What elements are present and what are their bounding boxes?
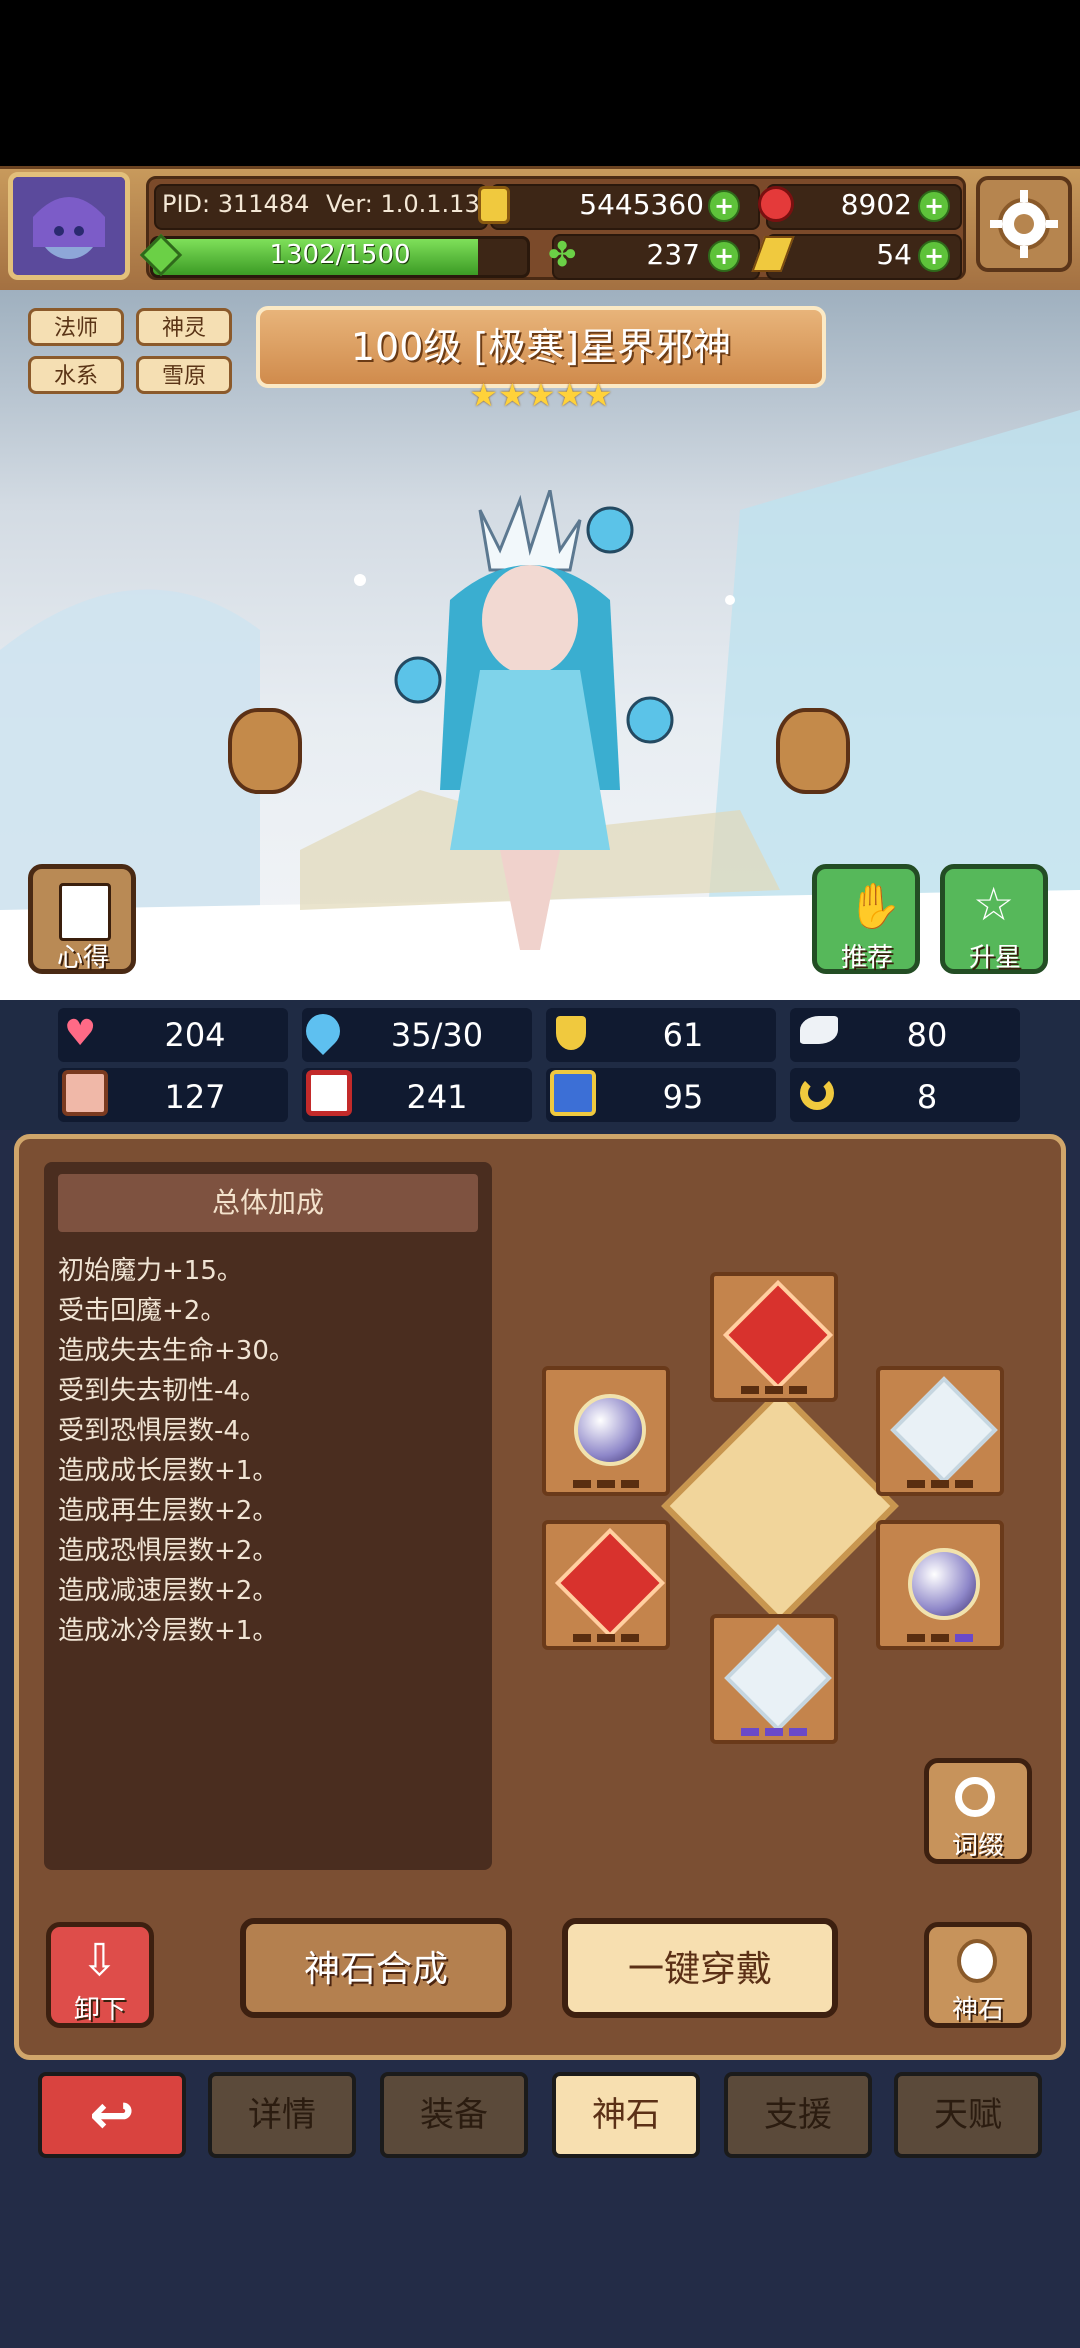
star-up-label: 升星 (968, 943, 1021, 973)
gold-amount: 5445360 (579, 188, 704, 221)
tab-support[interactable]: 支援 (724, 2072, 872, 2158)
star-icon: ☆ (973, 877, 1015, 931)
ruby-icon (758, 186, 794, 222)
stat-luck-value: 8 (916, 1078, 938, 1116)
wing-icon (800, 1016, 838, 1044)
heart-icon: ♥ (64, 1013, 97, 1054)
star-icon: ★ (555, 376, 585, 414)
player-id: PID: 311484 (162, 190, 310, 218)
unequip-button[interactable]: ⇩ 卸下 (46, 1922, 154, 2028)
add-hammer-button[interactable]: + (918, 240, 950, 272)
recommend-button[interactable]: ✋ 推荐 (812, 864, 920, 974)
back-button[interactable]: ↩ (38, 2072, 186, 2158)
bonus-line: 受到恐惧层数-4。 (58, 1416, 266, 1446)
gem-slot-bottom[interactable] (710, 1614, 838, 1744)
tag-race: 神灵 (136, 308, 232, 346)
gem-slot-upper-left[interactable] (542, 1366, 670, 1496)
star-icon: ★ (584, 376, 613, 414)
thumbs-up-icon: ✋ (847, 881, 902, 932)
star-icon: ★ (469, 376, 498, 414)
settings-button[interactable] (976, 176, 1072, 272)
bonus-line: 造成恐惧层数+2。 (58, 1536, 279, 1566)
bonus-line: 造成成长层数+1。 (58, 1456, 279, 1486)
star-rating: ★★★★★ (466, 376, 616, 414)
tag-class: 法师 (28, 308, 124, 346)
bonus-title: 总体加成 (58, 1174, 478, 1232)
bonus-line: 受击回魔+2。 (58, 1296, 227, 1326)
gem-slot-upper-right[interactable] (876, 1366, 1004, 1496)
game-version: Ver: 1.0.1.13 (326, 190, 480, 218)
bonus-line: 初始魔力+15。 (58, 1256, 243, 1286)
star-icon: ★ (497, 376, 527, 414)
gem-slot-lower-right[interactable] (876, 1520, 1004, 1650)
back-arrow-icon: ↩ (89, 2083, 135, 2146)
gold-coin-icon (478, 186, 510, 224)
tab-talent[interactable]: 天赋 (894, 2072, 1042, 2158)
clover-icon: ✤ (548, 235, 577, 275)
star-icon: ★ (526, 376, 556, 414)
god-stone-label: 神石 (951, 1995, 1004, 2025)
right-relic-icon[interactable] (776, 708, 850, 794)
stat-scroll-value: 95 (662, 1078, 704, 1116)
gem-slot-lower-left[interactable] (542, 1520, 670, 1650)
clover-amount: 237 (646, 238, 700, 271)
red-gem-icon (554, 1527, 666, 1639)
affix-label: 词缀 (951, 1831, 1004, 1861)
add-ruby-button[interactable]: + (918, 190, 950, 222)
tag-habitat: 雪原 (136, 356, 232, 394)
exp-text: 1302/1500 (269, 240, 411, 270)
stat-armor-value: 61 (662, 1016, 704, 1054)
down-arrow-icon: ⇩ (81, 1935, 118, 1986)
white-gem-icon (890, 1376, 998, 1484)
bonus-line: 造成冰冷层数+1。 (58, 1616, 279, 1646)
white-gem-icon (724, 1624, 832, 1732)
unequip-label: 卸下 (73, 1995, 126, 2025)
note-icon (59, 883, 111, 941)
star-up-button[interactable]: ☆ 升星 (940, 864, 1048, 974)
add-clover-button[interactable]: + (708, 240, 740, 272)
purple-gem-icon (574, 1394, 646, 1466)
purple-gem-icon (908, 1548, 980, 1620)
character-sprite[interactable] (370, 489, 690, 990)
fist-icon (62, 1070, 108, 1116)
shield-icon (556, 1016, 586, 1050)
affix-button[interactable]: 词缀 (924, 1758, 1032, 1864)
tab-details[interactable]: 详情 (208, 2072, 356, 2158)
red-gem-icon (722, 1279, 834, 1391)
ruby-amount: 8902 (840, 188, 912, 221)
left-relic-icon[interactable] (228, 708, 302, 794)
player-avatar[interactable] (8, 172, 130, 280)
stat-hp-value: 204 (164, 1016, 226, 1054)
gem-slot-top[interactable] (710, 1272, 838, 1402)
add-gold-button[interactable]: + (708, 190, 740, 222)
book-icon (306, 1070, 352, 1116)
tag-element: 水系 (28, 356, 124, 394)
stat-mana-value: 35/30 (390, 1016, 484, 1054)
bonus-line: 造成减速层数+2。 (58, 1576, 279, 1606)
scroll-icon (550, 1070, 596, 1116)
recommend-label: 推荐 (840, 943, 893, 973)
bonus-line: 受到失去韧性-4。 (58, 1376, 266, 1406)
equip-all-button[interactable]: 一键穿戴 (562, 1918, 838, 2018)
stone-icon (957, 1939, 997, 1983)
tab-god-stone[interactable]: 神石 (552, 2072, 700, 2158)
stat-speed-value: 80 (906, 1016, 948, 1054)
god-stone-button[interactable]: 神石 (924, 1922, 1032, 2028)
bonus-line: 造成再生层数+2。 (58, 1496, 279, 1526)
stat-intellect-value: 241 (406, 1078, 468, 1116)
hammer-amount: 54 (876, 238, 912, 271)
gear-icon (990, 190, 1058, 258)
insight-button[interactable]: 心得 (28, 864, 136, 974)
horseshoe-icon (800, 1076, 834, 1110)
synthesize-button[interactable]: 神石合成 (240, 1918, 512, 2018)
stat-strength-value: 127 (164, 1078, 226, 1116)
magnifier-icon (955, 1777, 995, 1817)
bonus-line: 造成失去生命+30。 (58, 1336, 295, 1366)
tab-equipment[interactable]: 装备 (380, 2072, 528, 2158)
insight-label: 心得 (56, 943, 109, 973)
